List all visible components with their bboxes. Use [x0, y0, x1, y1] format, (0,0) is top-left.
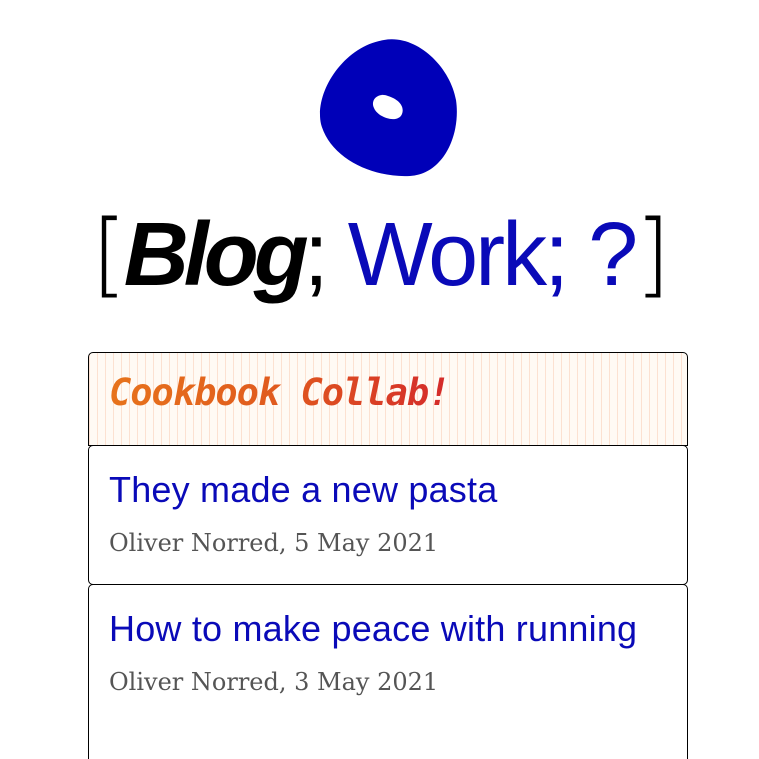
- post-meta: Oliver Norred, 5 May 2021: [109, 529, 439, 557]
- open-bracket: [: [91, 200, 127, 309]
- blue-blob-logo-icon[interactable]: [318, 36, 460, 178]
- nav-link-blog[interactable]: Blog: [124, 205, 309, 305]
- nav-separator: ;: [303, 205, 329, 305]
- post-title-link[interactable]: They made a new pasta: [109, 468, 667, 511]
- site-navigation: [Blog; Work; ?]: [0, 200, 759, 310]
- section-header: Cookbook Collab!: [88, 352, 688, 446]
- close-bracket: ]: [635, 200, 670, 309]
- nav-link-work[interactable]: Work: [348, 205, 547, 305]
- nav-link-question[interactable]: ?: [588, 205, 638, 305]
- nav-separator: ;: [544, 205, 569, 305]
- post-card: They made a new pasta Oliver Norred, 5 M…: [88, 445, 688, 585]
- section-title[interactable]: Cookbook Collab!: [109, 371, 450, 414]
- post-card: How to make peace with running Oliver No…: [88, 584, 688, 759]
- post-feed: Cookbook Collab! They made a new pasta O…: [88, 352, 688, 759]
- post-meta: Oliver Norred, 3 May 2021: [109, 668, 439, 696]
- post-title-link[interactable]: How to make peace with running: [109, 607, 667, 650]
